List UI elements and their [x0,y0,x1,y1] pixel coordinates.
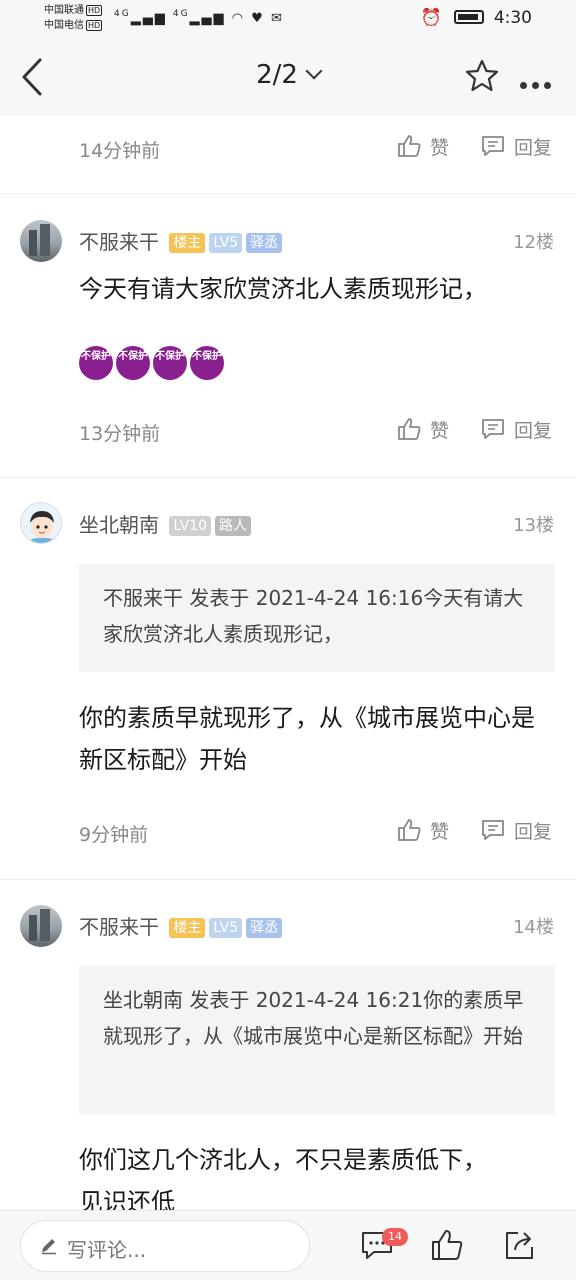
owner-badge: 楼主 [169,233,206,253]
post-content: 今天有请大家欣赏济北人素质现形记， 不保护 不保护 不保护 不保护 [79,268,539,380]
favorite-star-icon[interactable] [464,58,500,94]
like-label: 赞 [430,137,450,159]
emoji-icon: 不保护 [79,346,113,380]
carrier-1: 中国联通 [44,5,84,16]
network-type: 4G [114,9,131,19]
comment-feed[interactable]: 14分钟前 赞 回复 不服来干 楼主 LV5 驿丞 12楼 今天有请大家欣赏济北人素… [0,116,576,1210]
more-menu-icon[interactable] [520,74,556,93]
level-badge: LV5 [209,918,243,938]
avatar[interactable] [20,502,62,544]
boy-avatar-icon [27,511,57,543]
thumbs-up-icon [398,135,421,157]
signal-icon: ▂▄▆ [130,11,167,26]
status-right: ⏰ 4:30 [421,8,532,28]
emoji-icon: 不保护 [116,346,150,380]
thumbs-up-icon [398,819,421,841]
hd-badge-2: HD [86,20,103,31]
emoji-icon: 不保护 [190,346,224,380]
share-icon[interactable] [502,1228,536,1262]
signal-icons: 4G▂▄▆ 4G▂▄▆ ◠ ♥ ✉ [114,9,284,26]
reply-label: 回复 [514,420,553,442]
bottom-bar: 写评论... 14 [0,1210,576,1280]
username[interactable]: 坐北朝南 [79,513,159,537]
like-button[interactable]: 赞 [396,133,449,160]
level-badge: LV5 [209,233,243,253]
floor-number: 13楼 [513,515,554,536]
reply-button[interactable]: 回复 [480,416,552,443]
floor-number: 12楼 [513,232,554,253]
avatar[interactable] [20,905,62,947]
title-badge: 驿丞 [246,918,283,938]
hd-badge-1: HD [86,5,103,16]
like-button[interactable]: 赞 [396,817,449,844]
post-meta-row: 13分钟前 赞 回复 [0,413,576,453]
comment-input[interactable]: 写评论... [20,1220,310,1272]
level-badge: LV10 [169,516,212,536]
post-time: 13分钟前 [79,423,161,445]
status-bar: 中国联通 HD 中国电信 HD 4G▂▄▆ 4G▂▄▆ ◠ ♥ ✉ ⏰ 4:30 [0,0,576,38]
comment-placeholder[interactable]: 写评论... [67,1234,146,1263]
network-type-2: 4G [172,9,190,19]
username[interactable]: 不服来干 [79,915,159,939]
carrier-2: 中国电信 [44,20,84,31]
chevron-down-icon[interactable] [305,62,323,80]
emoji-row: 不保护 不保护 不保护 不保护 [79,324,539,380]
username[interactable]: 不服来干 [79,230,159,254]
title-badge: 驿丞 [246,233,283,253]
carrier-info: 中国联通 HD 中国电信 HD [44,3,103,33]
reply-bubble-icon [482,136,504,156]
emoji-icon: 不保护 [153,346,187,380]
heart-icon: ♥ [251,11,265,26]
clock: 4:30 [493,8,532,28]
post-floor-13: 坐北朝南 LV10 路人 13楼 不服来干 发表于 2021-4-24 16:16… [0,478,576,879]
post-text: 今天有请大家欣赏济北人素质现形记， [79,275,487,303]
alarm-icon: ⏰ [420,8,442,28]
quoted-post[interactable]: 坐北朝南 发表于 2021-4-24 16:21你的素质早就现形了，从《城市展览… [79,966,555,1114]
post-author: 不服来干 楼主 LV5 驿丞 [79,911,283,940]
like-label: 赞 [430,821,450,843]
avatar[interactable] [20,220,62,262]
thumbs-up-icon[interactable] [430,1228,464,1262]
like-label: 赞 [430,420,450,442]
reply-label: 回复 [514,137,553,159]
like-button[interactable]: 赞 [396,416,449,443]
post-author: 不服来干 楼主 LV5 驿丞 [79,226,283,255]
post-meta-row: 9分钟前 赞 回复 [0,814,576,854]
signal-icon-2: ▂▄▆ [189,11,226,26]
nav-bar: 2/2 [0,38,576,116]
post-meta-row: 14分钟前 赞 回复 [0,130,576,170]
floor-number: 14楼 [513,917,554,938]
title-badge: 路人 [215,516,252,536]
wifi-icon: ◠ [231,11,246,26]
post-time: 14分钟前 [79,140,161,162]
post-content: 你的素质早就现形了，从《城市展览中心是新区标配》开始 [79,704,535,774]
post-floor-14: 不服来干 楼主 LV5 驿丞 14楼 坐北朝南 发表于 2021-4-24 16:2… [0,880,576,1210]
battery-icon [453,10,484,24]
post-author: 坐北朝南 LV10 路人 [79,509,252,538]
reply-button[interactable]: 回复 [480,817,552,844]
reply-bubble-icon [482,419,504,439]
reply-bubble-icon [482,820,504,840]
message-icon: ✉ [270,11,284,26]
post-time: 9分钟前 [79,824,149,846]
pencil-icon [42,1239,56,1255]
post-floor-12: 不服来干 楼主 LV5 驿丞 12楼 今天有请大家欣赏济北人素质现形记， 不保护 不保… [0,194,576,477]
thumbs-up-icon [398,418,421,440]
owner-badge: 楼主 [169,918,206,938]
comment-count-badge: 14 [382,1228,408,1246]
page-indicator[interactable]: 2/2 [256,60,298,90]
reply-label: 回复 [514,821,553,843]
reply-button[interactable]: 回复 [480,133,552,160]
quoted-post[interactable]: 不服来干 发表于 2021-4-24 16:16今天有请大家欣赏济北人素质现形记… [79,564,555,672]
post-content: 你们这几个济北人，不只是素质低下，见识还低 [79,1146,487,1210]
